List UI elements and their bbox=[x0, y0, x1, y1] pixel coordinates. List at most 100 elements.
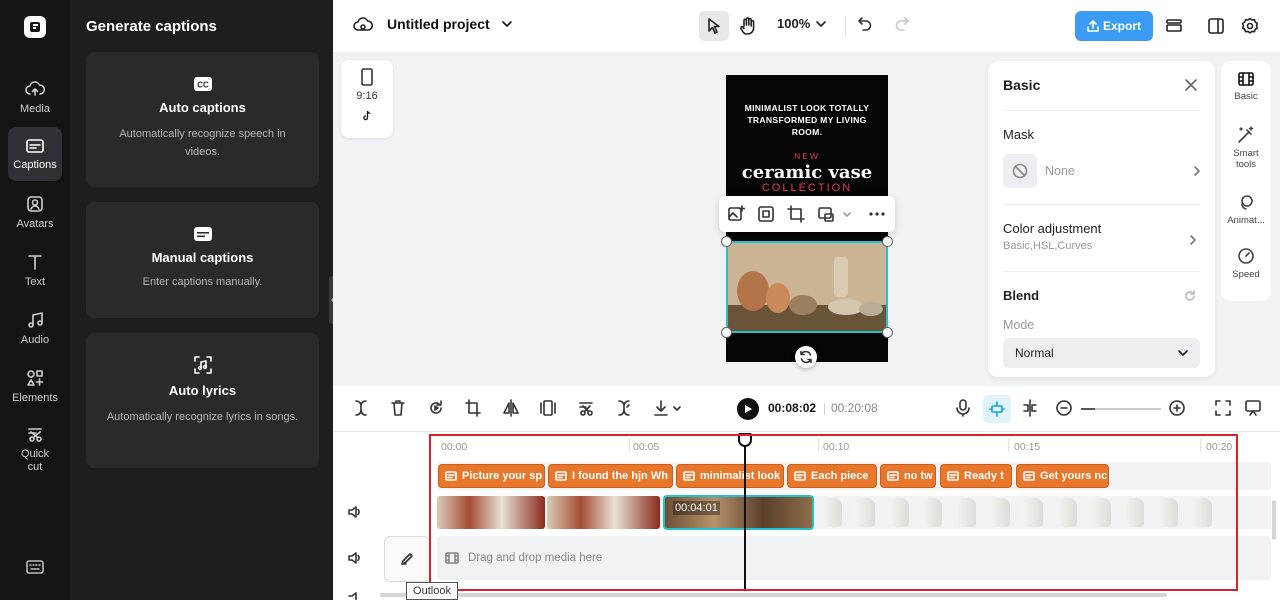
playhead[interactable] bbox=[744, 433, 746, 591]
resize-handle-tl[interactable] bbox=[721, 236, 732, 247]
transcript-cut-icon[interactable] bbox=[578, 399, 594, 417]
aspect-ratio-selector[interactable]: 9:16 bbox=[341, 60, 393, 138]
hand-tool-button[interactable] bbox=[733, 11, 763, 41]
color-adjustment-sub: Basic,HSL,Curves bbox=[1003, 240, 1093, 252]
keyboard-shortcuts-icon[interactable] bbox=[26, 560, 44, 574]
rotate-handle[interactable] bbox=[795, 346, 817, 368]
speaker-icon[interactable] bbox=[348, 591, 362, 600]
delete-icon[interactable] bbox=[390, 399, 406, 417]
add-image-icon[interactable] bbox=[727, 205, 745, 223]
rail-item-captions[interactable]: Captions bbox=[8, 127, 62, 181]
rail-item-audio[interactable]: Audio bbox=[8, 301, 62, 355]
close-icon[interactable] bbox=[1185, 79, 1197, 91]
video-clip[interactable] bbox=[547, 496, 660, 529]
mask-selector[interactable]: None bbox=[1003, 153, 1200, 189]
kettle-thumbnail bbox=[990, 498, 1010, 527]
caption-clip[interactable]: no tw bbox=[880, 464, 936, 488]
caption-clip[interactable]: I found the hjn Wh bbox=[548, 464, 673, 488]
split-icon[interactable] bbox=[353, 399, 369, 417]
cloud-save-icon[interactable] bbox=[353, 16, 373, 34]
caption-clip[interactable]: Picture your sp bbox=[438, 464, 545, 488]
flip-icon[interactable] bbox=[503, 399, 519, 417]
freeze-frame-icon[interactable] bbox=[540, 399, 556, 417]
focus-frame-icon[interactable] bbox=[757, 205, 775, 223]
crop-icon[interactable] bbox=[787, 205, 805, 223]
tab-smart-tools[interactable]: Smart tools bbox=[1221, 126, 1271, 170]
selected-clip-frame[interactable] bbox=[726, 241, 888, 333]
auto-captions-card[interactable]: CC Auto captions Automatically recognize… bbox=[86, 52, 319, 187]
redo-icon bbox=[895, 17, 909, 31]
selected-video-clip[interactable]: 00:04:01 bbox=[663, 495, 814, 530]
caption-clip[interactable]: minimalist look bbox=[676, 464, 784, 488]
auto-lyrics-title: Auto lyrics bbox=[168, 383, 237, 398]
lyrics-icon bbox=[193, 356, 212, 374]
divider bbox=[1003, 110, 1200, 111]
rail-label-quick-cut: Quick cut bbox=[20, 447, 50, 473]
resize-handle-tr[interactable] bbox=[882, 236, 893, 247]
speaker-icon[interactable] bbox=[348, 505, 362, 519]
loop-icon[interactable] bbox=[428, 399, 444, 417]
reset-blend-icon[interactable] bbox=[1184, 290, 1196, 302]
avatar-icon bbox=[27, 195, 43, 212]
caption-clip[interactable]: Ready t bbox=[940, 464, 1012, 488]
play-button[interactable] bbox=[737, 398, 759, 420]
timeline-vertical-scrollbar[interactable] bbox=[1272, 500, 1276, 540]
mask-title: Mask bbox=[1003, 127, 1035, 142]
caption-clip[interactable]: Get yours nc bbox=[1016, 464, 1109, 488]
caption-preview-icon[interactable] bbox=[1245, 399, 1261, 417]
kettle-thumbnail bbox=[1124, 498, 1144, 527]
chevron-down-icon[interactable] bbox=[843, 211, 851, 217]
rail-item-quick-cut[interactable]: Quick cut bbox=[8, 420, 62, 478]
undo-button[interactable] bbox=[857, 16, 873, 32]
tab-basic[interactable]: Basic bbox=[1221, 71, 1271, 102]
ruler-tick bbox=[1008, 438, 1009, 452]
app-logo[interactable] bbox=[24, 16, 46, 38]
resize-handle-bl[interactable] bbox=[721, 327, 732, 338]
fit-to-screen-icon[interactable] bbox=[1215, 399, 1231, 417]
settings-gear-icon[interactable] bbox=[1241, 17, 1259, 35]
select-tool-button[interactable] bbox=[699, 11, 729, 41]
blend-mode-select[interactable]: Normal bbox=[1003, 338, 1200, 368]
timeline-scrollbar[interactable] bbox=[380, 593, 1167, 597]
ruler-label: 00:00 bbox=[441, 441, 468, 453]
download-dropdown[interactable] bbox=[653, 399, 681, 417]
caption-icon bbox=[947, 471, 959, 481]
rail-item-elements[interactable]: Elements bbox=[8, 359, 62, 413]
rail-item-avatars[interactable]: Avatars bbox=[8, 185, 62, 239]
auto-snap-button[interactable] bbox=[983, 395, 1011, 423]
rail-item-text[interactable]: Text bbox=[8, 243, 62, 297]
speaker-icon[interactable] bbox=[348, 551, 362, 565]
redo-button[interactable] bbox=[894, 16, 910, 32]
edit-track-button[interactable] bbox=[384, 536, 430, 582]
zoom-out-icon[interactable] bbox=[1056, 399, 1072, 417]
microphone-icon[interactable] bbox=[955, 399, 971, 417]
zoom-dropdown[interactable]: 100% bbox=[777, 16, 827, 31]
tooltip-text: Outlook bbox=[413, 585, 451, 597]
props-title: Basic bbox=[1003, 77, 1041, 93]
rail-item-media[interactable]: Media bbox=[8, 70, 62, 124]
media-drop-zone[interactable]: Drag and drop media here bbox=[437, 536, 1271, 580]
layers-icon[interactable] bbox=[1165, 17, 1183, 35]
playhead-handle[interactable] bbox=[738, 433, 752, 447]
zoom-in-icon[interactable] bbox=[1169, 399, 1185, 417]
auto-lyrics-card[interactable]: Auto lyrics Automatically recognize lyri… bbox=[86, 333, 319, 468]
play-icon bbox=[745, 405, 752, 413]
resize-handle-br[interactable] bbox=[882, 327, 893, 338]
video-clip[interactable] bbox=[437, 496, 545, 529]
tab-speed[interactable]: Speed bbox=[1221, 247, 1271, 280]
manual-captions-card[interactable]: Manual captions Enter captions manually. bbox=[86, 202, 319, 318]
clip-timecode: 00:04:01 bbox=[673, 501, 720, 515]
split-screen-icon[interactable] bbox=[1022, 399, 1038, 417]
replace-media-icon[interactable] bbox=[817, 205, 835, 223]
panel-layout-icon[interactable] bbox=[1207, 17, 1225, 35]
color-adjustment-row[interactable]: Color adjustment Basic,HSL,Curves bbox=[1003, 221, 1200, 257]
crop-icon[interactable] bbox=[465, 399, 481, 417]
hand-icon bbox=[740, 17, 755, 35]
divider bbox=[1003, 204, 1200, 205]
smart-trim-icon[interactable] bbox=[616, 399, 632, 417]
export-button[interactable]: Export bbox=[1075, 11, 1153, 41]
project-name-dropdown[interactable]: Untitled project bbox=[387, 16, 512, 32]
tab-animation[interactable]: Animat... bbox=[1221, 193, 1271, 226]
caption-clip[interactable]: Each piece bbox=[787, 464, 877, 488]
more-options-icon[interactable] bbox=[869, 212, 885, 216]
